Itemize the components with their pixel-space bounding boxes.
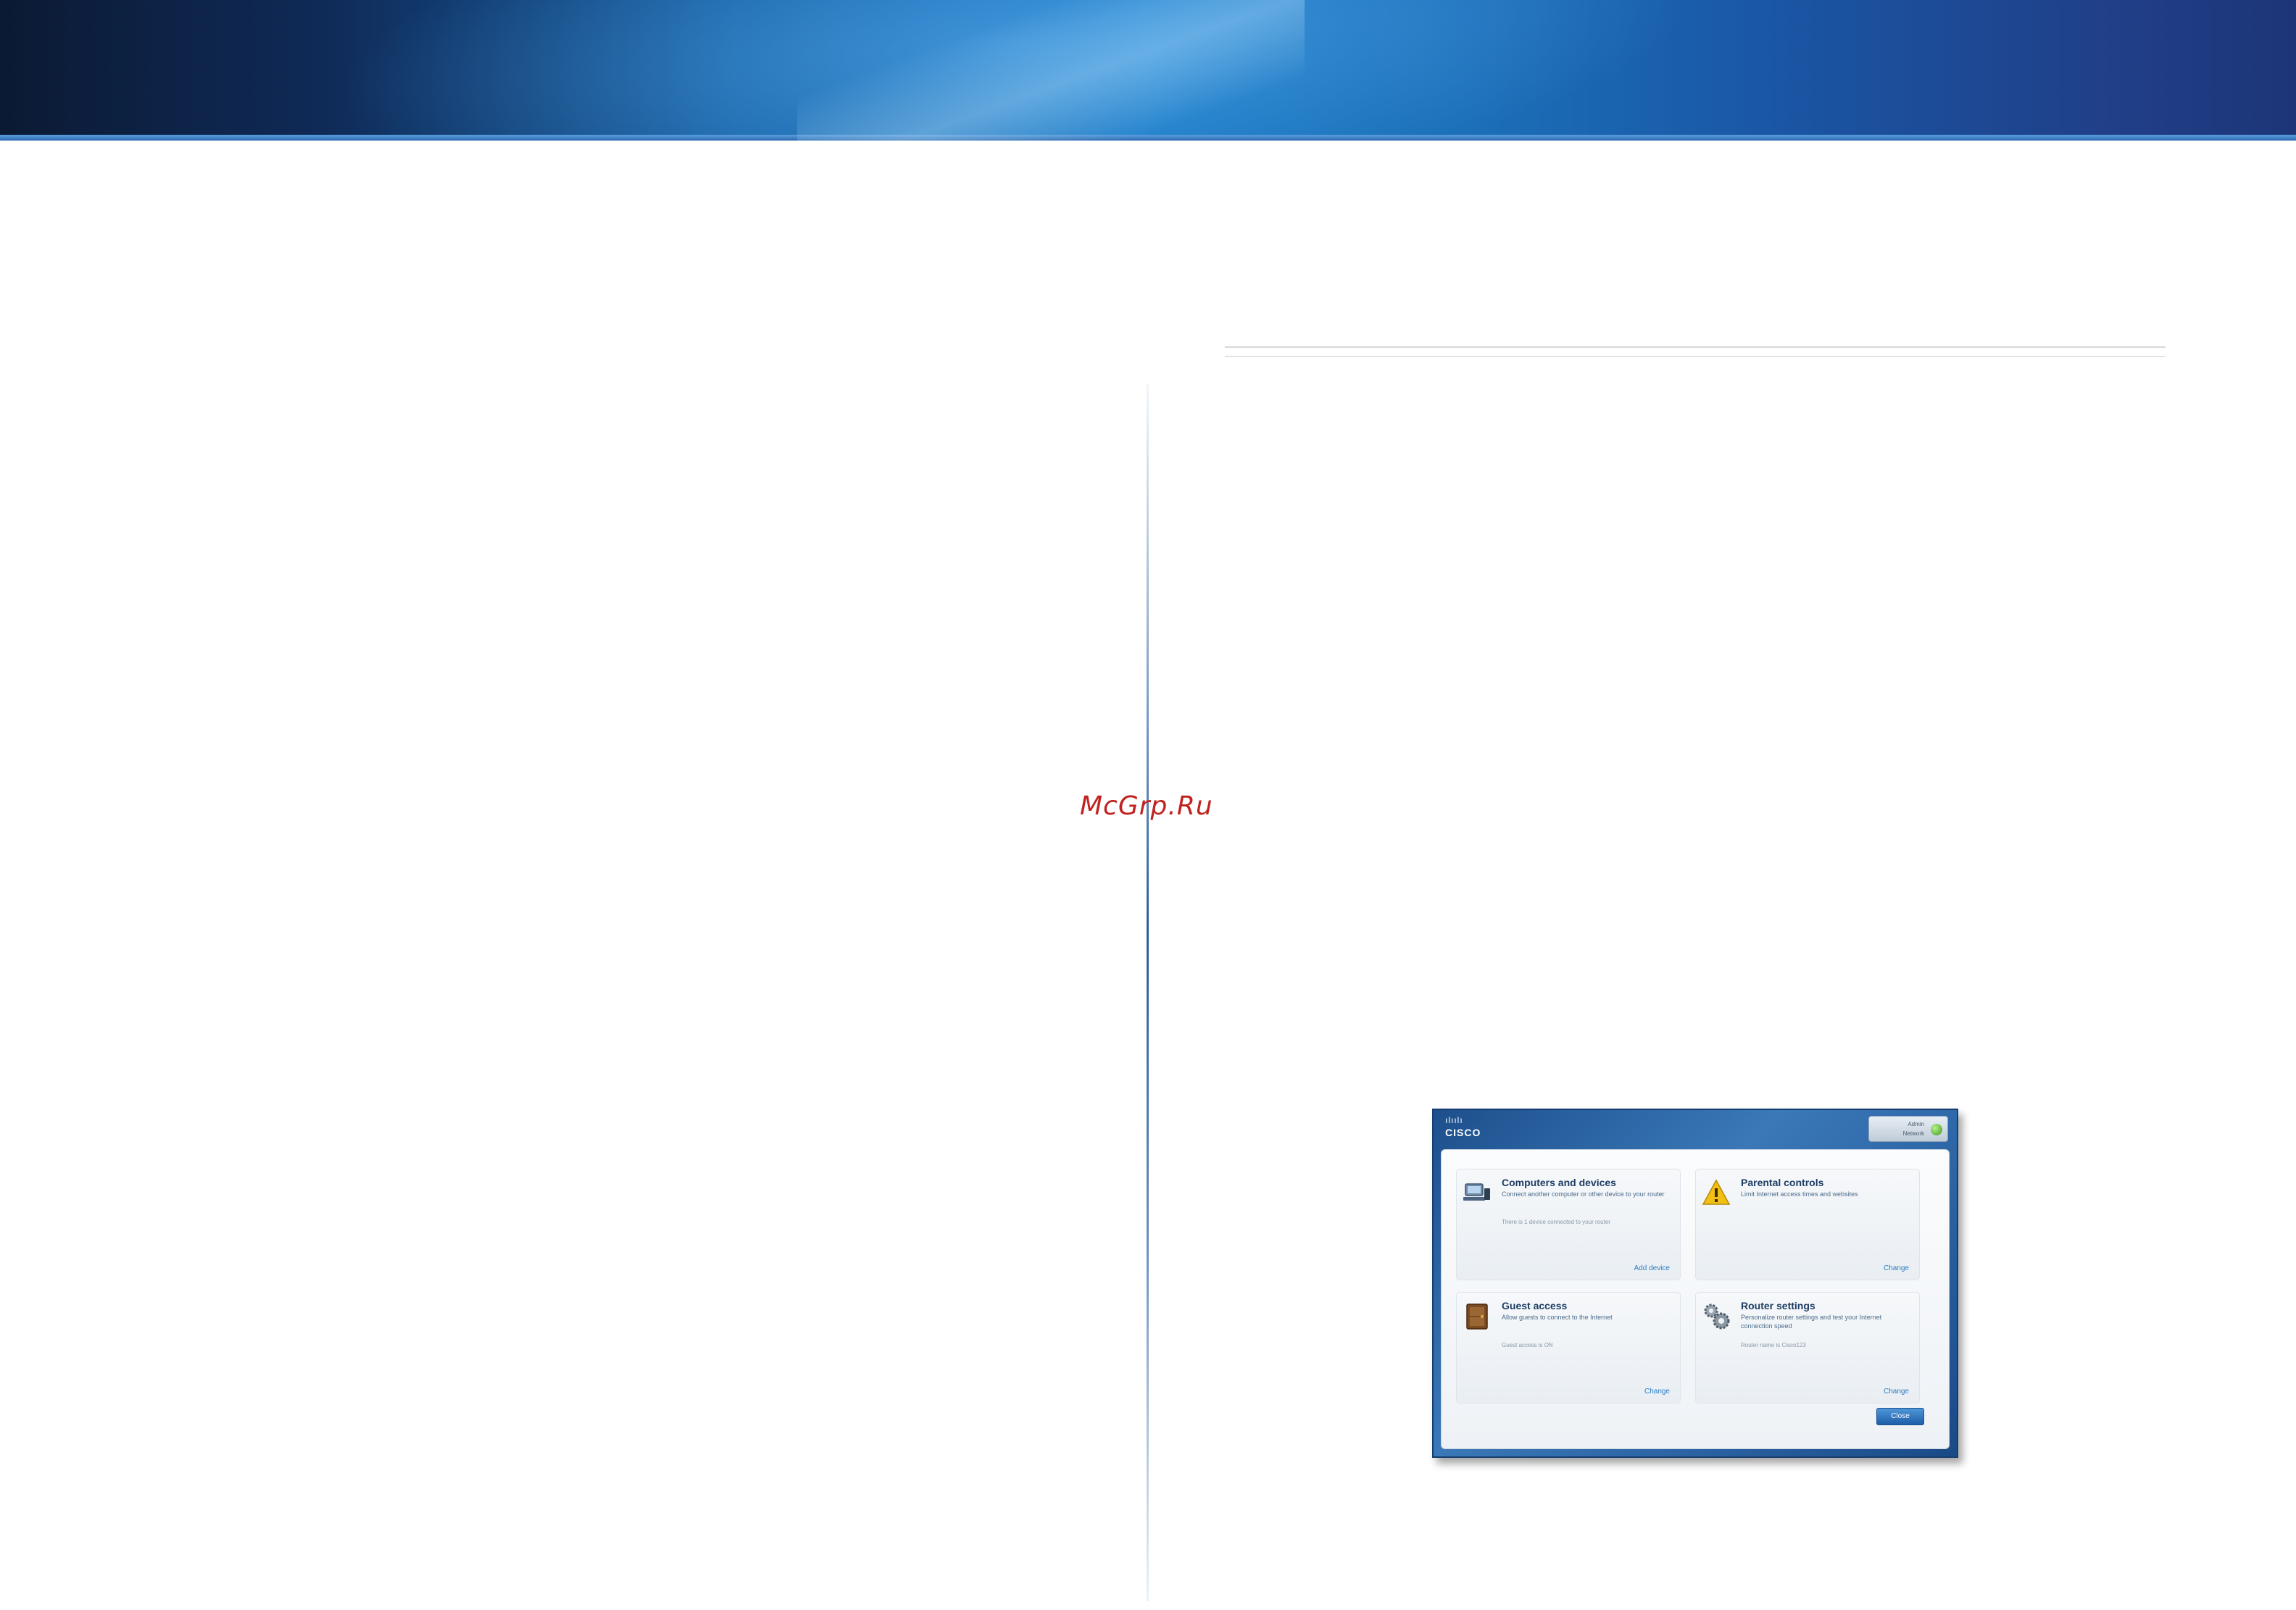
user-status-box[interactable]: Admin Network: [1868, 1116, 1948, 1142]
cisco-logo-text: CISCO: [1445, 1127, 1481, 1138]
tile-router-settings[interactable]: Router settings Personalize router setti…: [1695, 1292, 1920, 1403]
user-status-text: Admin Network: [1875, 1119, 1924, 1138]
tile-note: There is 1 device connected to your rout…: [1502, 1219, 1610, 1225]
cisco-logo: ılıılı CISCO: [1445, 1114, 1496, 1145]
gears-icon: [1702, 1301, 1731, 1330]
column-divider: [1147, 384, 1149, 1601]
add-device-link[interactable]: Add device: [1634, 1264, 1670, 1272]
header-banner: [0, 0, 2296, 141]
tile-description: Connect another computer or other device…: [1502, 1190, 1665, 1198]
tile-computers-and-devices[interactable]: Computers and devices Connect another co…: [1456, 1169, 1681, 1280]
watermark: McGrp.Ru: [1080, 791, 1213, 821]
tile-title: Guest access: [1502, 1300, 1568, 1311]
tile-note: Router name is Cisco123: [1741, 1342, 1806, 1348]
user-status-line1: Admin: [1908, 1121, 1924, 1127]
guest-access-change-link[interactable]: Change: [1644, 1388, 1670, 1396]
tile-title: Parental controls: [1741, 1177, 1824, 1188]
cisco-logo-bars: ılıılı: [1445, 1115, 1463, 1125]
router-settings-change-link[interactable]: Change: [1884, 1388, 1909, 1396]
router-software-screenshot: ılıılı CISCO Admin Network Computers and…: [1432, 1109, 1958, 1458]
tile-description: Allow guests to connect to the Internet: [1502, 1314, 1613, 1321]
tile-note: Guest access is ON: [1502, 1342, 1553, 1348]
computer-devices-icon: [1463, 1178, 1492, 1207]
tile-title: Computers and devices: [1502, 1177, 1616, 1188]
main-panel: Computers and devices Connect another co…: [1441, 1149, 1950, 1449]
tile-description: Limit Internet access times and websites: [1741, 1190, 1858, 1198]
banner-bottom-edge: [0, 135, 2296, 141]
close-button[interactable]: Close: [1876, 1408, 1924, 1425]
status-ok-icon: [1931, 1124, 1942, 1135]
user-status-line2: Network: [1902, 1130, 1924, 1137]
tile-description: Personalize router settings and test you…: [1741, 1314, 1882, 1330]
warning-icon: [1702, 1178, 1731, 1207]
section-rule-top: [1225, 346, 2166, 348]
tile-guest-access[interactable]: Guest access Allow guests to connect to …: [1456, 1292, 1681, 1403]
tile-parental-controls[interactable]: Parental controls Limit Internet access …: [1695, 1169, 1920, 1280]
tile-title: Router settings: [1741, 1300, 1815, 1311]
parental-controls-change-link[interactable]: Change: [1884, 1264, 1909, 1272]
section-rule-bottom: [1225, 356, 2166, 357]
guest-access-icon: [1463, 1301, 1492, 1330]
